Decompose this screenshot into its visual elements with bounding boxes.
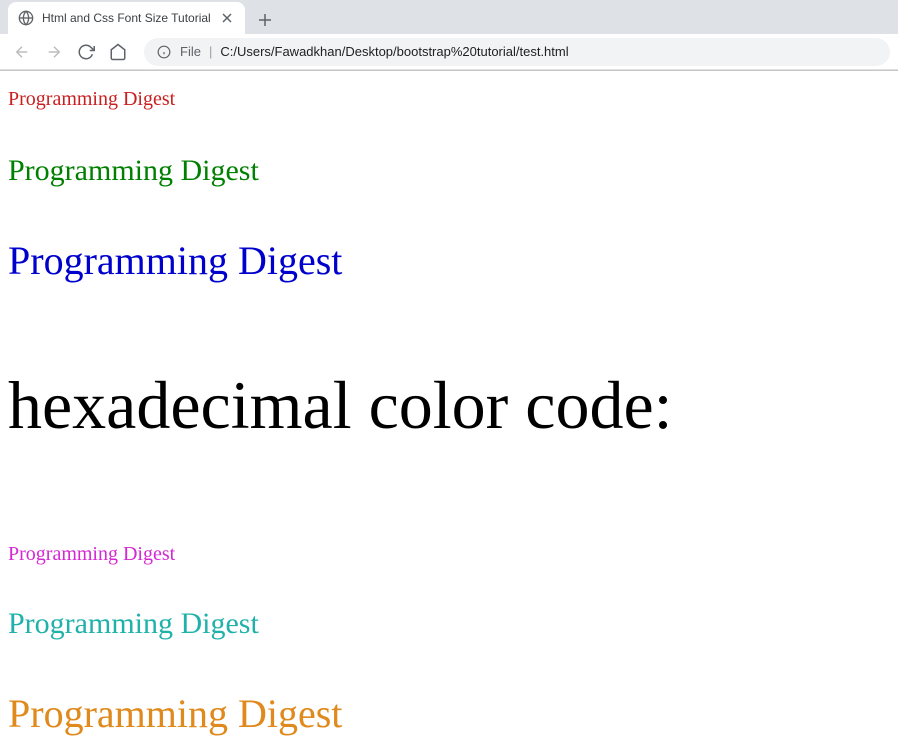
tab-bar: Html and Css Font Size Tutorial bbox=[0, 0, 898, 34]
text-line-5: Programming Digest bbox=[8, 606, 890, 642]
text-line-4: Programming Digest bbox=[8, 542, 890, 566]
address-bar[interactable]: File | C:/Users/Fawadkhan/Desktop/bootst… bbox=[144, 38, 890, 66]
browser-chrome: Html and Css Font Size Tutorial bbox=[0, 0, 898, 71]
reload-button[interactable] bbox=[72, 38, 100, 66]
heading-hexadecimal: hexadecimal color code: bbox=[8, 365, 890, 447]
url-text: C:/Users/Fawadkhan/Desktop/bootstrap%20t… bbox=[220, 44, 878, 59]
text-line-3: Programming Digest bbox=[8, 237, 890, 285]
url-scheme-label: File bbox=[180, 44, 201, 59]
url-divider: | bbox=[209, 44, 212, 59]
forward-button[interactable] bbox=[40, 38, 68, 66]
home-button[interactable] bbox=[104, 38, 132, 66]
info-icon bbox=[156, 44, 172, 60]
new-tab-button[interactable] bbox=[251, 6, 279, 34]
browser-tab[interactable]: Html and Css Font Size Tutorial bbox=[8, 2, 245, 34]
toolbar: File | C:/Users/Fawadkhan/Desktop/bootst… bbox=[0, 34, 898, 70]
tab-title: Html and Css Font Size Tutorial bbox=[42, 11, 211, 25]
text-line-2: Programming Digest bbox=[8, 153, 890, 189]
back-button[interactable] bbox=[8, 38, 36, 66]
close-icon[interactable] bbox=[219, 10, 235, 26]
globe-icon bbox=[18, 10, 34, 26]
text-line-1: Programming Digest bbox=[8, 87, 890, 111]
page-content: Programming Digest Programming Digest Pr… bbox=[0, 71, 898, 746]
